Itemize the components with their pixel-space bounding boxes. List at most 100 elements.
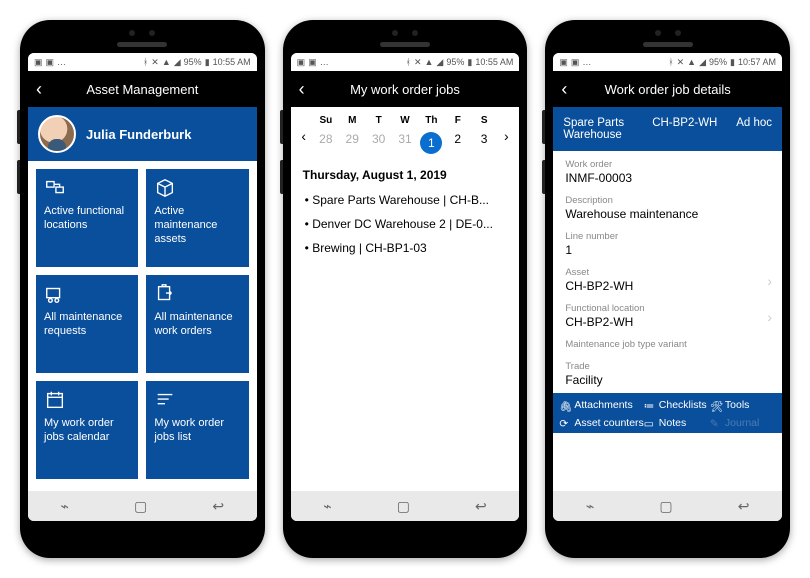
bluetooth-icon: ᚼ xyxy=(668,57,673,67)
battery-pct: 95% xyxy=(709,57,727,67)
clock: 10:55 AM xyxy=(475,57,513,67)
tiles-grid: Active functional locations Active maint… xyxy=(28,161,257,487)
calendar-day[interactable]: 28 xyxy=(313,128,339,158)
notif-icon: ▣ xyxy=(46,57,55,68)
calendar-event[interactable]: Denver DC Warehouse 2 | DE-0... xyxy=(305,212,506,236)
calendar-dow: F xyxy=(445,113,471,128)
phone-1: ▣ ▣ … ᚼ ✕ ▲ ◢ 95% ▮ 10:55 AM ‹ Asset Man… xyxy=(20,20,265,558)
bottom-tabs: 🖇Attachments≔Checklists🛠Tools ⟳Asset coun… xyxy=(553,393,782,433)
calendar-day[interactable]: 29 xyxy=(339,128,365,158)
signal-icon: ◢ xyxy=(436,57,443,68)
calendar-week: ‹ SuMTWThFS28293031123 › xyxy=(291,107,520,158)
tile-active-maintenance-assets[interactable]: Active maintenance assets xyxy=(146,169,248,267)
clock: 10:55 AM xyxy=(213,57,251,67)
back-button[interactable]: ‹ xyxy=(299,80,319,98)
calendar-icon xyxy=(44,389,66,411)
tile-label: All maintenance work orders xyxy=(154,311,240,339)
lines-icon xyxy=(154,389,176,411)
recent-button[interactable]: ⌁ xyxy=(586,498,594,515)
battery-pct: 95% xyxy=(184,57,202,67)
tab-tools[interactable]: 🛠Tools xyxy=(710,399,776,411)
detail-field: DescriptionWarehouse maintenance xyxy=(565,191,770,227)
battery-icon: ▮ xyxy=(730,57,735,68)
tile-label: Active maintenance assets xyxy=(154,205,240,246)
notif-icon: ▣ xyxy=(297,57,306,68)
calendar-dow: Su xyxy=(313,113,339,128)
strip-type: Ad hoc xyxy=(736,117,772,141)
recent-button[interactable]: ⌁ xyxy=(61,498,69,515)
page-title: My work order jobs xyxy=(319,82,512,97)
calendar-next[interactable]: › xyxy=(497,128,515,144)
user-name: Julia Funderburk xyxy=(86,127,191,142)
tile-all-maintenance-work-orders[interactable]: All maintenance work orders xyxy=(146,275,248,373)
tile-label: My work order jobs calendar xyxy=(44,417,130,445)
calendar-day[interactable]: 3 xyxy=(471,128,497,158)
tile-my-work-order-jobs-list[interactable]: My work order jobs list xyxy=(146,381,248,479)
avatar xyxy=(38,115,76,153)
signal-icon: ◢ xyxy=(174,57,181,68)
notif-icon: ▣ xyxy=(34,57,43,68)
list-icon xyxy=(44,283,66,305)
bluetooth-icon: ᚼ xyxy=(406,57,411,67)
page-title: Work order job details xyxy=(581,82,774,97)
notif-icon: ▣ xyxy=(571,57,580,68)
home-button[interactable]: ▢ xyxy=(397,498,410,515)
calendar-prev[interactable]: ‹ xyxy=(295,128,313,144)
more-icon: … xyxy=(320,57,329,67)
tab-attachments[interactable]: 🖇Attachments xyxy=(559,399,643,411)
app-header: ‹ My work order jobs xyxy=(291,71,520,107)
page-title: Asset Management xyxy=(56,82,249,97)
back-button[interactable]: ‹ xyxy=(561,80,581,98)
phone-3: ▣ ▣ … ᚼ ✕ ▲ ◢ 95% ▮ 10:57 AM ‹ Work orde… xyxy=(545,20,790,558)
tab-notes[interactable]: ▭Notes xyxy=(644,417,710,429)
context-strip: Spare Parts Warehouse CH-BP2-WH Ad hoc xyxy=(553,107,782,151)
recent-button[interactable]: ⌁ xyxy=(323,498,331,515)
detail-field: Line number1 xyxy=(565,227,770,263)
detail-field: Work orderINMF-00003 xyxy=(565,155,770,191)
user-row[interactable]: Julia Funderburk xyxy=(28,107,257,161)
calendar-dow: M xyxy=(339,113,365,128)
tile-label: All maintenance requests xyxy=(44,311,130,339)
status-bar: ▣ ▣ … ᚼ ✕ ▲ ◢ 95% ▮ 10:55 AM xyxy=(28,53,257,71)
tab-asset-counters[interactable]: ⟳Asset counters xyxy=(559,417,643,429)
detail-field[interactable]: Functional locationCH-BP2-WH xyxy=(565,299,770,335)
calendar-event[interactable]: Brewing | CH-BP1-03 xyxy=(305,236,506,260)
calendar-dow: S xyxy=(471,113,497,128)
home-button[interactable]: ▢ xyxy=(134,498,147,515)
android-nav: ⌁ ▢ ↩ xyxy=(28,491,257,521)
date-heading: Thursday, August 1, 2019 xyxy=(291,158,520,188)
battery-icon: ▮ xyxy=(467,57,472,68)
tile-my-work-order-jobs-calendar[interactable]: My work order jobs calendar xyxy=(36,381,138,479)
back-button-nav[interactable]: ↩ xyxy=(212,498,224,515)
calendar-day[interactable]: 31 xyxy=(392,128,418,158)
home-button[interactable]: ▢ xyxy=(659,498,672,515)
tab-checklists[interactable]: ≔Checklists xyxy=(644,399,710,411)
tile-label: Active functional locations xyxy=(44,205,130,233)
notif-icon: ▣ xyxy=(308,57,317,68)
tile-active-functional-locations[interactable]: Active functional locations xyxy=(36,169,138,267)
tile-label: My work order jobs list xyxy=(154,417,240,445)
calendar-day[interactable]: 2 xyxy=(445,128,471,158)
more-icon: … xyxy=(582,57,591,67)
strip-asset: CH-BP2-WH xyxy=(652,117,717,141)
phone-2: ▣ ▣ … ᚼ ✕ ▲ ◢ 95% ▮ 10:55 AM ‹ My work o… xyxy=(283,20,528,558)
mute-icon: ✕ xyxy=(677,57,685,68)
strip-location: Spare Parts Warehouse xyxy=(563,117,633,141)
notif-icon: ▣ xyxy=(559,57,568,68)
tab-journal[interactable]: ✎Journal xyxy=(710,417,776,429)
tile-all-maintenance-requests[interactable]: All maintenance requests xyxy=(36,275,138,373)
event-list: Spare Parts Warehouse | CH-B...Denver DC… xyxy=(291,188,520,260)
calendar-event[interactable]: Spare Parts Warehouse | CH-B... xyxy=(305,188,506,212)
back-button[interactable]: ‹ xyxy=(36,80,56,98)
app-header: ‹ Work order job details xyxy=(553,71,782,107)
calendar-day[interactable]: 1 xyxy=(418,128,444,158)
more-icon: … xyxy=(57,57,66,67)
wifi-icon: ▲ xyxy=(162,57,171,67)
calendar-day[interactable]: 30 xyxy=(365,128,391,158)
details-fields: Work orderINMF-00003DescriptionWarehouse… xyxy=(553,151,782,393)
detail-field[interactable]: AssetCH-BP2-WH xyxy=(565,263,770,299)
battery-icon: ▮ xyxy=(205,57,210,68)
back-button-nav[interactable]: ↩ xyxy=(475,498,487,515)
back-button-nav[interactable]: ↩ xyxy=(738,498,750,515)
signal-icon: ◢ xyxy=(699,57,706,68)
